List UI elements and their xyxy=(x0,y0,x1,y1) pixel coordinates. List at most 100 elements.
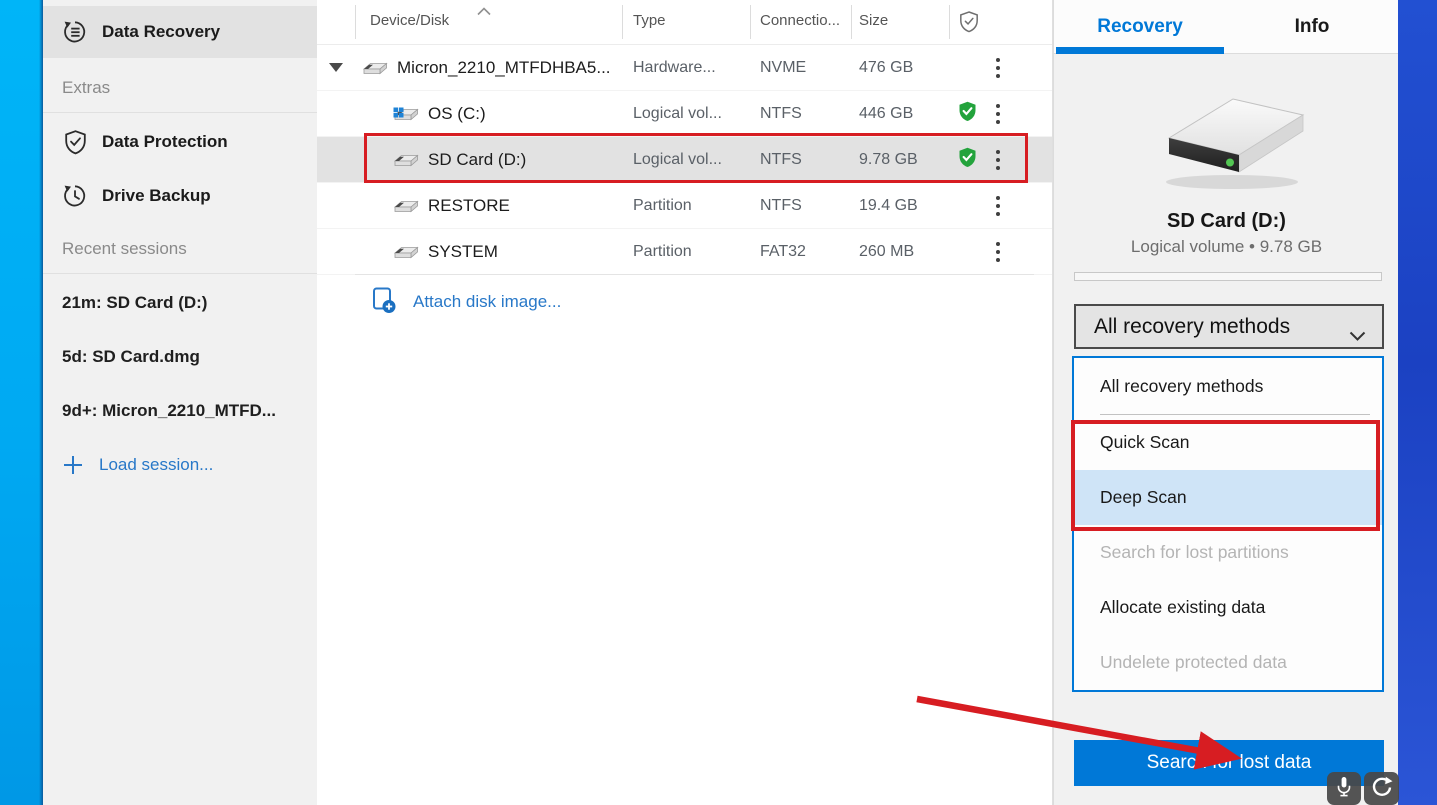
hard-disk-icon xyxy=(362,60,388,76)
load-session-button[interactable]: Load session... xyxy=(43,438,317,492)
column-header-device[interactable]: Device/Disk xyxy=(370,12,449,29)
device-connection: NTFS xyxy=(750,105,851,123)
table-row[interactable]: Micron_2210_MTFDHBA5... Hardware...NVME47… xyxy=(317,45,1052,91)
sidebar-item-label: Data Protection xyxy=(102,132,228,152)
sd-volume-icon xyxy=(393,152,419,168)
tab-info[interactable]: Info xyxy=(1226,0,1398,53)
sidebar-section-extras: Extras xyxy=(62,78,110,98)
column-header-connection[interactable]: Connectio... xyxy=(760,12,840,29)
dropdown-option-undelete-protected-data: Undelete protected data xyxy=(1074,635,1382,690)
status-cell xyxy=(949,56,1052,80)
recovery-method-value: All recovery methods xyxy=(1094,315,1290,339)
device-size: 446 GB xyxy=(851,105,949,123)
device-list: Device/Disk Type Connectio... Size Micro… xyxy=(317,0,1053,805)
protection-status xyxy=(949,101,985,127)
row-menu-button[interactable] xyxy=(995,56,1001,80)
data-recovery-icon xyxy=(62,19,88,45)
attach-disk-image-button[interactable]: Attach disk image... xyxy=(372,283,561,321)
column-header-type[interactable]: Type xyxy=(633,12,666,29)
desktop-wallpaper-left xyxy=(0,0,43,805)
row-menu-button[interactable] xyxy=(995,102,1001,126)
tab-recovery[interactable]: Recovery xyxy=(1054,0,1226,53)
capacity-bar xyxy=(1074,272,1382,281)
attach-disk-image-label: Attach disk image... xyxy=(413,292,561,312)
dropdown-option-search-for-lost-partitions: Search for lost partitions xyxy=(1074,525,1382,580)
table-row[interactable]: OS (C:) Logical vol...NTFS446 GB xyxy=(317,91,1052,137)
device-size: 260 MB xyxy=(851,243,949,261)
recovery-panel: Recovery Info SD Ca xyxy=(1053,0,1398,805)
device-name: OS (C:) xyxy=(428,104,486,124)
dropdown-option-deep-scan[interactable]: Deep Scan xyxy=(1074,470,1382,525)
sort-ascending-icon[interactable] xyxy=(477,3,491,20)
selected-device-title: SD Card (D:) xyxy=(1054,210,1399,233)
row-menu-button[interactable] xyxy=(995,194,1001,218)
active-tab-indicator xyxy=(1056,47,1224,54)
table-row[interactable]: RESTORE PartitionNTFS19.4 GB xyxy=(317,183,1052,229)
table-row[interactable]: SYSTEM PartitionFAT32260 MB xyxy=(317,229,1052,275)
panel-tabbar: Recovery Info xyxy=(1054,0,1398,54)
recovery-method-select[interactable]: All recovery methods xyxy=(1074,304,1384,349)
device-connection: FAT32 xyxy=(750,243,851,261)
record-icon xyxy=(1370,775,1393,803)
device-name-cell: RESTORE xyxy=(355,196,622,216)
expand-cell xyxy=(317,63,355,72)
sidebar-item-data-recovery[interactable]: Data Recovery xyxy=(43,6,317,58)
column-header-size[interactable]: Size xyxy=(859,12,888,29)
partition-icon xyxy=(393,198,419,214)
partition-icon xyxy=(393,244,419,260)
protected-shield-icon xyxy=(958,101,977,127)
desktop-wallpaper-right xyxy=(1398,0,1437,805)
device-name-cell: SD Card (D:) xyxy=(355,150,622,170)
divider xyxy=(355,274,1034,275)
protected-shield-icon xyxy=(958,147,977,173)
table-row[interactable]: SD Card (D:)Logical vol...NTFS9.78 GB xyxy=(317,137,1052,183)
device-connection: NVME xyxy=(750,59,851,77)
dropdown-option-allocate-existing-data[interactable]: Allocate existing data xyxy=(1074,580,1382,635)
device-name: Micron_2210_MTFDHBA5... xyxy=(397,58,611,78)
row-menu-button[interactable] xyxy=(995,148,1001,172)
status-cell xyxy=(949,101,1052,127)
device-name-cell: SYSTEM xyxy=(355,242,622,262)
device-table-body: Micron_2210_MTFDHBA5... Hardware...NVME47… xyxy=(317,45,1052,275)
chevron-down-icon xyxy=(1349,323,1366,347)
divider xyxy=(43,112,317,113)
row-menu-button[interactable] xyxy=(995,240,1001,264)
load-session-label: Load session... xyxy=(99,455,213,475)
device-size: 9.78 GB xyxy=(851,151,949,169)
sidebar-section-recent-sessions: Recent sessions xyxy=(62,239,187,259)
session-item[interactable]: 5d: SD Card.dmg xyxy=(43,330,317,384)
device-name: SD Card (D:) xyxy=(428,150,526,170)
sidebar-item-label: Drive Backup xyxy=(102,186,211,206)
status-cell xyxy=(949,147,1052,173)
dropdown-option-quick-scan[interactable]: Quick Scan xyxy=(1074,415,1382,470)
microphone-overlay-button[interactable] xyxy=(1327,772,1361,805)
sidebar-item-data-protection[interactable]: Data Protection xyxy=(43,116,317,168)
device-name-cell: Micron_2210_MTFDHBA5... xyxy=(355,58,622,78)
device-type: Partition xyxy=(622,243,750,261)
os-volume-icon xyxy=(393,106,419,122)
device-name-cell: OS (C:) xyxy=(355,104,622,124)
recovery-method-dropdown: All recovery methodsQuick ScanDeep ScanS… xyxy=(1072,356,1384,692)
collapse-arrow-icon[interactable] xyxy=(329,63,343,72)
device-connection: NTFS xyxy=(750,197,851,215)
device-size: 19.4 GB xyxy=(851,197,949,215)
sidebar-item-drive-backup[interactable]: Drive Backup xyxy=(43,170,317,222)
device-type: Logical vol... xyxy=(622,151,750,169)
history-clock-icon xyxy=(62,183,88,209)
recent-sessions-list: 21m: SD Card (D:)5d: SD Card.dmg9d+: Mic… xyxy=(43,276,317,438)
device-name: SYSTEM xyxy=(428,242,498,262)
session-item[interactable]: 21m: SD Card (D:) xyxy=(43,276,317,330)
dropdown-option-all-recovery-methods[interactable]: All recovery methods xyxy=(1074,358,1382,414)
selected-device-subtitle: Logical volume • 9.78 GB xyxy=(1054,237,1399,257)
drive-illustration xyxy=(1054,86,1399,196)
attach-disk-image-icon xyxy=(372,286,397,319)
status-cell xyxy=(949,240,1052,264)
session-item[interactable]: 9d+: Micron_2210_MTFD... xyxy=(43,384,317,438)
device-type: Logical vol... xyxy=(622,105,750,123)
device-type: Hardware... xyxy=(622,59,750,77)
record-overlay-button[interactable] xyxy=(1364,772,1399,805)
device-name: RESTORE xyxy=(428,196,510,216)
sidebar: Data Recovery Extras Data Protection xyxy=(43,0,317,805)
device-size: 476 GB xyxy=(851,59,949,77)
device-type: Partition xyxy=(622,197,750,215)
